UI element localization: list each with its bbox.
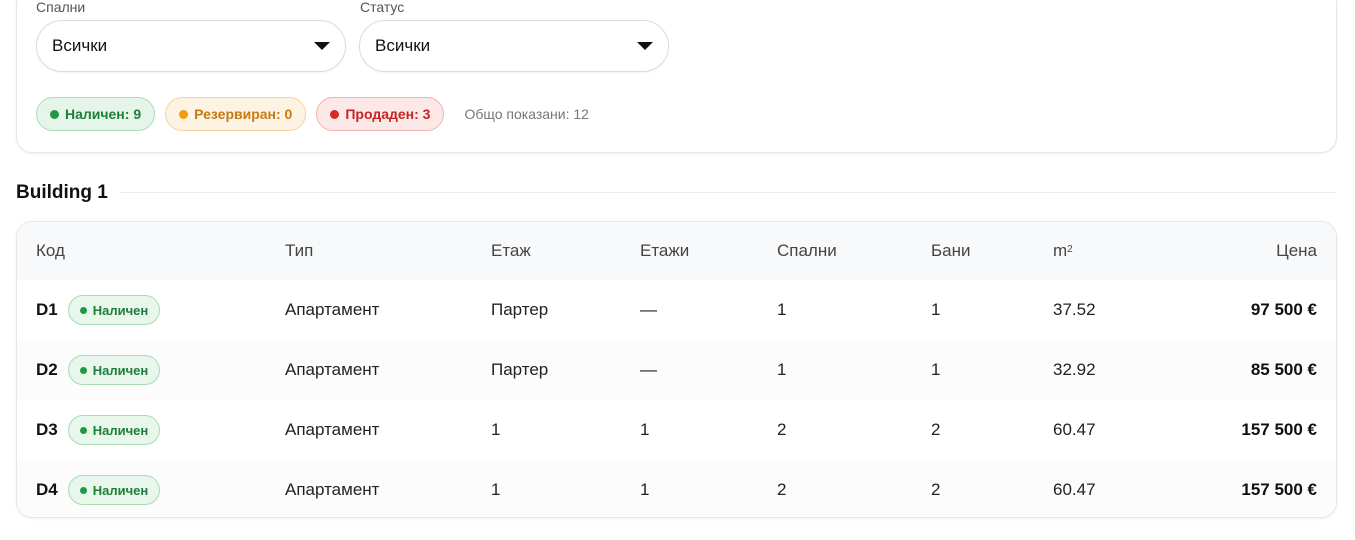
table-header-row: Код Тип Етаж Етажи Спални Бани m2 Цена xyxy=(17,222,1336,280)
status-badge: Наличен xyxy=(67,295,161,325)
unit-bedrooms: 1 xyxy=(777,300,787,319)
bedrooms-select-value: Всички xyxy=(52,36,108,55)
unit-bedrooms: 2 xyxy=(777,420,787,439)
reserved-count-pill[interactable]: Резервиран: 0 xyxy=(165,97,307,131)
status-select-value: Всички xyxy=(375,36,431,55)
chevron-down-icon xyxy=(637,42,653,50)
units-table: Код Тип Етаж Етажи Спални Бани m2 Цена D… xyxy=(16,221,1337,518)
column-header-bathrooms[interactable]: Бани xyxy=(931,222,971,280)
sold-count-pill[interactable]: Продаден: 3 xyxy=(316,97,445,131)
available-count-label: Наличен: 9 xyxy=(65,106,142,122)
table-row[interactable]: D4 Наличен Апартамент 1 1 2 2 60.47 157 … xyxy=(17,460,1336,517)
status-badge-label: Наличен xyxy=(92,422,149,438)
unit-bathrooms: 2 xyxy=(931,480,941,499)
available-count-pill[interactable]: Наличен: 9 xyxy=(36,97,156,131)
unit-price: 157 500 € xyxy=(1241,480,1317,499)
unit-code: D3 xyxy=(36,420,58,439)
unit-floor: 1 xyxy=(491,420,501,439)
unit-floor: Партер xyxy=(491,300,549,319)
unit-floors: — xyxy=(640,300,657,319)
unit-type: Апартамент xyxy=(285,360,380,379)
unit-code-cell: D4 Наличен xyxy=(36,460,161,517)
status-filter-label: Статус xyxy=(360,0,405,15)
column-header-type[interactable]: Тип xyxy=(285,222,313,280)
total-shown-text: Общо показани: 12 xyxy=(464,106,589,122)
status-badge-label: Наличен xyxy=(92,482,149,498)
unit-floors: 1 xyxy=(640,480,650,499)
unit-code-cell: D2 Наличен xyxy=(36,340,161,400)
section-title: Building 1 xyxy=(16,182,108,203)
table-row[interactable]: D1 Наличен Апартамент Партер — 1 1 37.52… xyxy=(17,280,1336,340)
column-header-area-label: m xyxy=(1053,241,1068,260)
unit-code-cell: D1 Наличен xyxy=(36,280,161,340)
unit-floor: Партер xyxy=(491,360,549,379)
unit-code: D2 xyxy=(36,360,58,379)
status-badge-label: Наличен xyxy=(92,362,149,378)
unit-type: Апартамент xyxy=(285,480,380,499)
available-dot-icon xyxy=(79,486,87,494)
sold-dot-icon xyxy=(330,109,340,119)
column-header-floors[interactable]: Етажи xyxy=(640,222,689,280)
status-badge: Наличен xyxy=(67,415,161,445)
unit-price: 157 500 € xyxy=(1241,420,1317,439)
unit-area: 60.47 xyxy=(1053,480,1096,499)
table-row[interactable]: D2 Наличен Апартамент Партер — 1 1 32.92… xyxy=(17,340,1336,400)
unit-area: 60.47 xyxy=(1053,420,1096,439)
unit-floors: — xyxy=(640,360,657,379)
status-summary: Наличен: 9 Резервиран: 0 Продаден: 3 Общ… xyxy=(36,97,589,131)
chevron-down-icon xyxy=(314,42,330,50)
available-dot-icon xyxy=(50,109,59,119)
status-badge: Наличен xyxy=(67,475,161,505)
unit-bathrooms: 2 xyxy=(931,420,941,439)
unit-price: 97 500 € xyxy=(1250,300,1317,319)
reserved-count-label: Резервиран: 0 xyxy=(194,106,293,122)
available-dot-icon xyxy=(79,306,87,314)
section-divider xyxy=(120,192,1337,193)
unit-area: 37.52 xyxy=(1053,300,1096,319)
sold-count-label: Продаден: 3 xyxy=(345,106,431,122)
status-select[interactable]: Всички xyxy=(359,20,669,72)
unit-code-cell: D3 Наличен xyxy=(36,400,161,460)
reserved-dot-icon xyxy=(179,109,189,119)
column-header-area-superscript: 2 xyxy=(1067,243,1073,255)
unit-type: Апартамент xyxy=(285,300,380,319)
unit-code: D1 xyxy=(36,300,58,319)
table-row[interactable]: D3 Наличен Апартамент 1 1 2 2 60.47 157 … xyxy=(17,400,1336,460)
unit-area: 32.92 xyxy=(1053,360,1096,379)
available-dot-icon xyxy=(79,366,87,374)
unit-bathrooms: 1 xyxy=(931,300,941,319)
unit-type: Апартамент xyxy=(285,420,380,439)
bedrooms-select[interactable]: Всички xyxy=(36,20,346,72)
column-header-floor[interactable]: Етаж xyxy=(491,222,531,280)
unit-floors: 1 xyxy=(640,420,650,439)
unit-code: D4 xyxy=(36,480,58,499)
unit-bathrooms: 1 xyxy=(931,360,941,379)
unit-price: 85 500 € xyxy=(1250,360,1317,379)
available-dot-icon xyxy=(79,426,87,434)
column-header-bedrooms[interactable]: Спални xyxy=(777,222,837,280)
column-header-area[interactable]: m2 xyxy=(1053,222,1073,280)
unit-floor: 1 xyxy=(491,480,501,499)
unit-bedrooms: 2 xyxy=(777,480,787,499)
column-header-code[interactable]: Код xyxy=(36,222,65,280)
status-badge-label: Наличен xyxy=(92,302,149,318)
status-badge: Наличен xyxy=(67,355,161,385)
unit-bedrooms: 1 xyxy=(777,360,787,379)
column-header-price[interactable]: Цена xyxy=(1276,222,1317,280)
bedrooms-filter-label: Спални xyxy=(36,0,86,15)
